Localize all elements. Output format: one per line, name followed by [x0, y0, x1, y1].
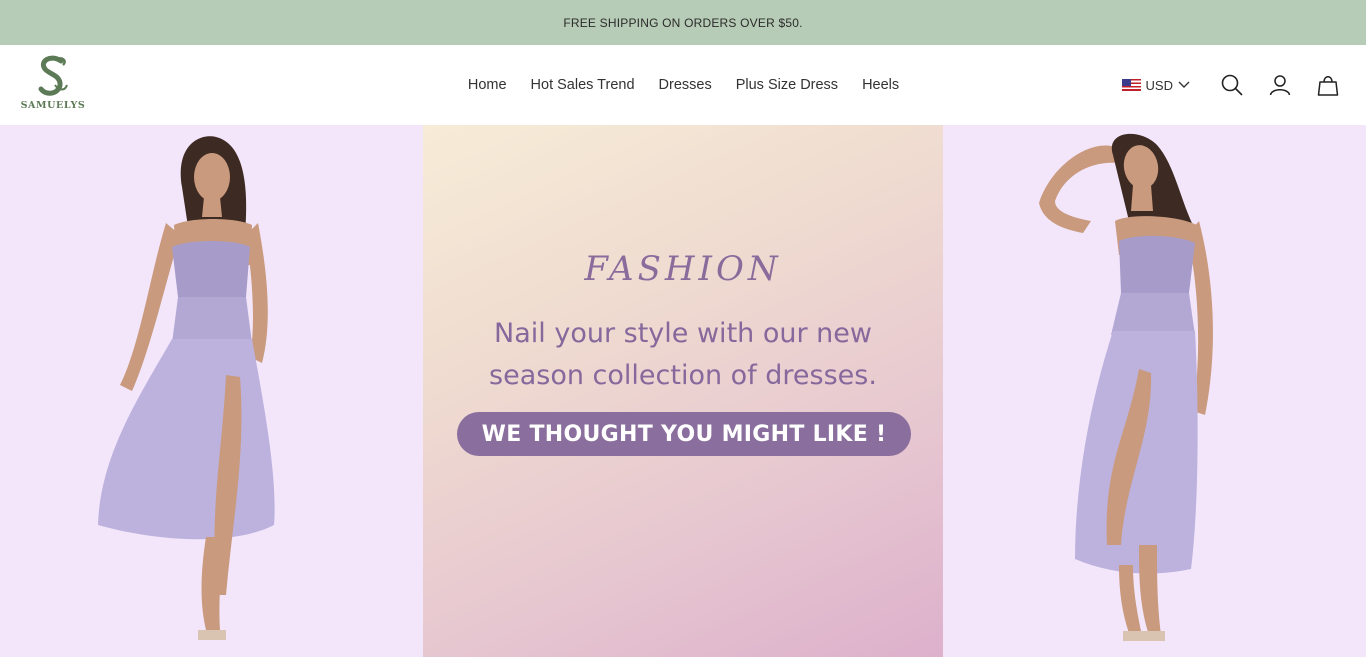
flag-us-icon	[1121, 79, 1141, 91]
announcement-text: FREE SHIPPING ON ORDERS OVER $50.	[563, 15, 803, 30]
currency-selector[interactable]: USD	[1121, 77, 1190, 93]
model-image-right	[943, 125, 1366, 657]
tagline: Nail your style with our new season coll…	[423, 313, 943, 397]
model-figure-right	[1039, 133, 1213, 641]
site-header: SAMUELYS Home Hot Sales Trend Dresses Pl…	[0, 45, 1366, 125]
header-tools: USD	[1121, 45, 1340, 125]
tagline-line-1: Nail your style with our new	[494, 318, 872, 349]
brand-logo[interactable]: SAMUELYS	[18, 55, 88, 117]
cart-icon	[1317, 76, 1339, 96]
logo-s-icon	[38, 55, 68, 96]
account-icon	[1269, 75, 1291, 96]
search-icon	[1221, 74, 1243, 96]
cart-button[interactable]	[1316, 73, 1340, 97]
nav-plus-size-dress[interactable]: Plus Size Dress	[736, 77, 838, 93]
promo-panel: FASHION Nail your style with our new sea…	[423, 125, 943, 657]
announcement-bar: FREE SHIPPING ON ORDERS OVER $50.	[0, 0, 1366, 45]
search-button[interactable]	[1220, 73, 1244, 97]
cta-button[interactable]: WE THOUGHT YOU MIGHT LIKE !	[457, 412, 911, 456]
hero-banner[interactable]: FASHION Nail your style with our new sea…	[0, 125, 1366, 657]
chevron-down-icon	[1178, 81, 1190, 88]
nav-home[interactable]: Home	[468, 77, 507, 93]
account-button[interactable]	[1268, 73, 1292, 97]
model-figure-left	[98, 136, 275, 640]
headline: FASHION	[584, 249, 782, 289]
currency-label: USD	[1145, 77, 1173, 93]
nav-dresses[interactable]: Dresses	[659, 77, 712, 93]
nav-hot-sales-trend[interactable]: Hot Sales Trend	[531, 77, 635, 93]
tagline-line-2: season collection of dresses.	[489, 360, 877, 391]
nav-heels[interactable]: Heels	[862, 77, 899, 93]
model-image-left	[0, 125, 423, 657]
brand-name: SAMUELYS	[20, 100, 86, 111]
